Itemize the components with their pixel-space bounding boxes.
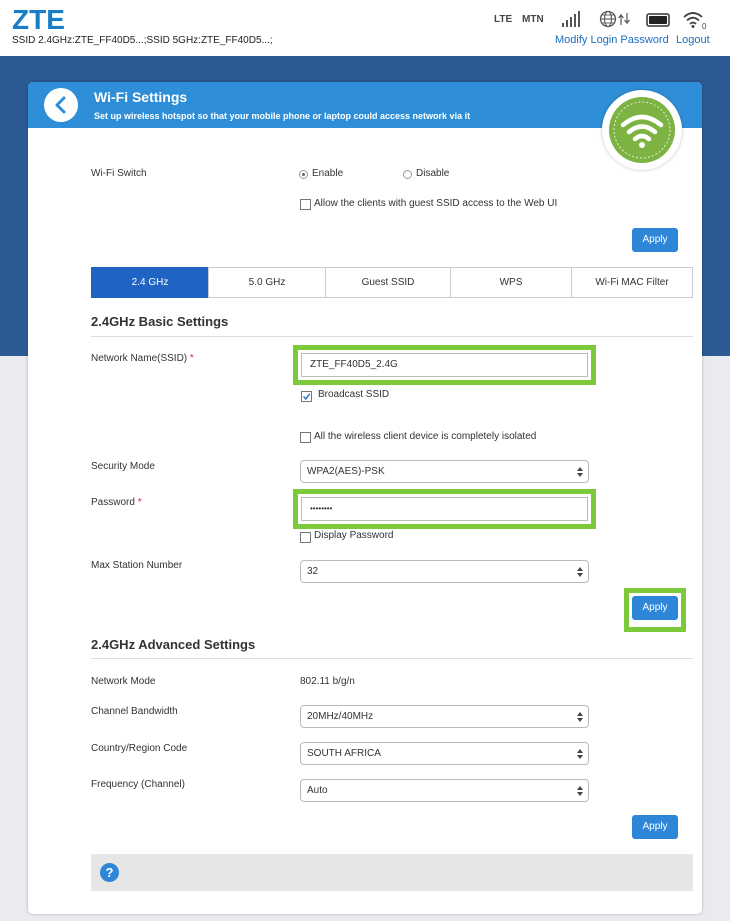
security-mode-select[interactable]: WPA2(AES)-PSK [300,460,589,483]
section-divider [91,658,693,659]
page-title: Wi-Fi Settings [94,89,188,105]
basic-apply-button[interactable]: Apply [632,596,678,620]
globe-data-icon [599,10,630,28]
frequency-channel-label: Frequency (Channel) [91,779,185,790]
logout-link[interactable]: Logout [676,34,710,46]
ssid-input[interactable]: ZTE_FF40D5_2.4G [301,353,588,377]
modify-login-password-link[interactable]: Modify Login Password [555,34,669,46]
password-label: Password * [91,497,142,508]
client-isolation-label: All the wireless client device is comple… [314,431,537,442]
guest-access-checkbox[interactable] [300,199,311,210]
enable-label: Enable [312,168,344,179]
help-icon[interactable]: ? [100,863,119,882]
checkmark-icon [302,393,311,401]
password-input[interactable]: •••••••• [301,497,588,521]
wifi-switch-label: Wi-Fi Switch [91,168,147,179]
disable-radio[interactable] [403,170,412,179]
wifi-icon [609,97,675,163]
tab-wps[interactable]: WPS [450,267,572,298]
zte-logo: ZTE [12,4,65,35]
help-bar: ? [91,854,693,891]
tab-2-4ghz[interactable]: 2.4 GHz [91,267,209,298]
security-mode-value: WPA2(AES)-PSK [307,466,385,477]
wifi-badge [602,90,682,170]
frequency-channel-value: Auto [307,785,328,796]
country-code-select[interactable]: SOUTH AFRICA [300,742,589,765]
section-divider [91,336,693,337]
display-password-checkbox[interactable] [300,532,311,543]
guest-access-label: Allow the clients with guest SSID access… [314,198,558,209]
advanced-settings-heading: 2.4GHz Advanced Settings [91,637,256,652]
top-bar: ZTE SSID 2.4GHz:ZTE_FF40D5...;SSID 5GHz:… [0,0,730,56]
frequency-channel-select[interactable]: Auto [300,779,589,802]
country-code-value: SOUTH AFRICA [307,748,381,759]
max-station-label: Max Station Number [91,560,183,571]
ssid-label: Network Name(SSID) * [91,353,194,364]
select-arrows-icon [577,467,583,477]
network-mode-value: 802.11 b/g/n [300,676,355,687]
select-arrows-icon [577,786,583,796]
wifi-status-icon: 0 [683,12,707,30]
signal-strength-icon [562,11,580,27]
select-arrows-icon [577,749,583,759]
chevron-left-icon [55,96,66,114]
client-isolation-checkbox[interactable] [300,432,311,443]
broadcast-ssid-checkbox[interactable] [301,391,312,402]
wifi-settings-card: Wi-Fi Settings Set up wireless hotspot s… [28,82,702,914]
tab-5-0ghz[interactable]: 5.0 GHz [208,267,326,298]
tab-guest-ssid[interactable]: Guest SSID [325,267,451,298]
enable-radio[interactable] [299,170,308,179]
page-subtitle: Set up wireless hotspot so that your mob… [94,111,471,121]
advanced-apply-button[interactable]: Apply [632,815,678,839]
max-station-select[interactable]: 32 [300,560,589,583]
country-code-label: Country/Region Code [91,743,188,754]
card-header: Wi-Fi Settings Set up wireless hotspot s… [28,82,702,128]
svg-text:0: 0 [702,22,707,30]
channel-bandwidth-label: Channel Bandwidth [91,706,178,717]
wifi-switch-apply-button[interactable]: Apply [632,228,678,252]
disable-label: Disable [416,168,450,179]
channel-bandwidth-value: 20MHz/40MHz [307,711,374,722]
basic-settings-heading: 2.4GHz Basic Settings [91,314,229,329]
back-button[interactable] [44,88,78,122]
battery-icon [646,13,670,27]
broadcast-ssid-label: Broadcast SSID [318,389,390,400]
select-arrows-icon [577,567,583,577]
network-mode-label: Network Mode [91,676,156,687]
tab-wifi-mac-filter[interactable]: Wi-Fi MAC Filter [571,267,693,298]
network-type-label: LTE [494,14,513,25]
security-mode-label: Security Mode [91,461,155,472]
select-arrows-icon [577,712,583,722]
display-password-label: Display Password [314,530,394,541]
channel-bandwidth-select[interactable]: 20MHz/40MHz [300,705,589,728]
ssid-summary: SSID 2.4GHz:ZTE_FF40D5...;SSID 5GHz:ZTE_… [12,35,273,46]
max-station-value: 32 [307,566,319,577]
operator-label: MTN [522,14,544,25]
band-tabs: 2.4 GHz 5.0 GHz Guest SSID WPS Wi-Fi MAC… [91,267,693,298]
